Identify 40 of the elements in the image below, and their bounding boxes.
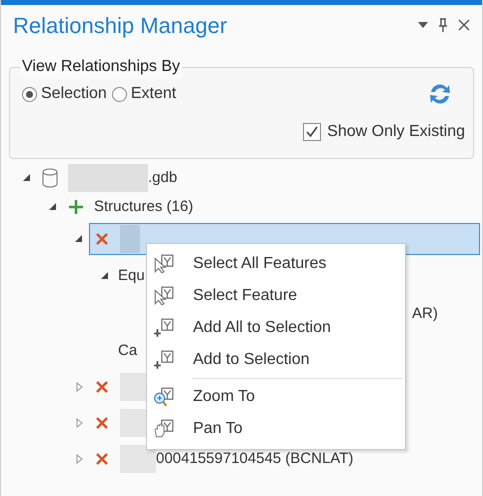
collapsed-arrow-icon[interactable] xyxy=(76,454,82,464)
menu-item[interactable]: Select Feature xyxy=(147,280,405,312)
plus-icon xyxy=(68,199,84,215)
radio-button[interactable]: Selection xyxy=(22,82,107,106)
select-cursor-icon xyxy=(153,254,175,274)
menu-item[interactable]: Zoom To xyxy=(147,381,405,413)
expanded-arrow-icon[interactable] xyxy=(75,235,83,243)
tree-label: Ca xyxy=(118,340,138,361)
cross-icon xyxy=(95,380,109,394)
expanded-arrow-icon[interactable] xyxy=(101,272,109,280)
database-icon xyxy=(41,168,59,188)
tree-label: .gdb xyxy=(148,168,178,188)
expanded-arrow-icon[interactable] xyxy=(23,174,31,182)
menu-item[interactable]: Select All Features xyxy=(147,248,405,280)
tree-label: Equ xyxy=(118,266,145,286)
add-map-icon xyxy=(153,350,175,370)
show-only-existing-checkbox[interactable]: Show Only Existing xyxy=(303,120,465,144)
radio-button[interactable]: Extent xyxy=(112,82,176,106)
hand-icon xyxy=(153,419,175,439)
dropdown-icon[interactable] xyxy=(418,22,428,28)
refresh-icon[interactable] xyxy=(427,82,453,106)
select-cursor-icon xyxy=(153,286,175,306)
close-icon[interactable] xyxy=(458,19,470,31)
menu-item[interactable]: Pan To xyxy=(147,413,405,445)
cross-icon xyxy=(95,452,109,466)
menu-item[interactable]: Add to Selection xyxy=(147,344,405,376)
add-map-icon xyxy=(153,318,175,338)
cross-icon xyxy=(95,416,109,430)
collapsed-arrow-icon[interactable] xyxy=(76,382,82,392)
tree-label: 000415597104545 (BCNLAT) xyxy=(156,448,354,469)
tree-label: Structures (16) xyxy=(94,196,194,217)
collapsed-arrow-icon[interactable] xyxy=(76,418,82,428)
pane-title: Relationship Manager xyxy=(13,12,228,40)
menu-item[interactable]: Add All to Selection xyxy=(147,312,405,344)
zoom-icon xyxy=(153,387,175,407)
cross-icon xyxy=(95,232,109,246)
checkmark-icon xyxy=(306,126,318,138)
expanded-arrow-icon[interactable] xyxy=(49,203,57,211)
tree-label: AR) xyxy=(412,304,438,324)
pin-icon[interactable] xyxy=(438,18,448,32)
